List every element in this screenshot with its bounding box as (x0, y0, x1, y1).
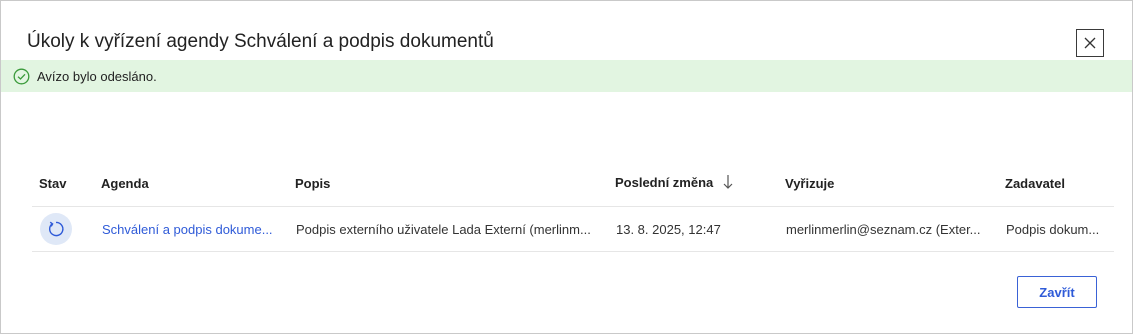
column-header-posledni-zmena[interactable]: Poslední změna (615, 161, 785, 207)
close-dialog-button[interactable] (1076, 29, 1104, 57)
task-dialog: Úkoly k vyřízení agendy Schválení a podp… (0, 0, 1133, 334)
zadavatel-cell: Podpis dokum... (1005, 206, 1114, 252)
posledni-zmena-cell: 13. 8. 2025, 12:47 (615, 206, 785, 252)
posledni-zmena-text: 13. 8. 2025, 12:47 (616, 221, 721, 237)
column-header-stav[interactable]: Stav (32, 161, 101, 207)
agenda-link[interactable]: Schválení a podpis dokume... (102, 222, 294, 237)
table-row[interactable]: Schválení a podpis dokume... Podpis exte… (32, 206, 1114, 252)
tasks-table: Stav Agenda Popis Poslední změna Vyřizuj… (32, 161, 1114, 252)
column-header-posledni-zmena-label: Poslední změna (615, 174, 714, 190)
refresh-icon (48, 221, 64, 237)
vyrizuje-cell: merlinmerlin@seznam.cz (Exter... (785, 206, 1005, 252)
dialog-title: Úkoly k vyřízení agendy Schválení a podp… (27, 31, 494, 52)
column-header-agenda[interactable]: Agenda (101, 161, 295, 207)
column-header-vyrizuje[interactable]: Vyřizuje (785, 161, 1005, 207)
close-button[interactable]: Zavřít (1017, 276, 1097, 308)
column-header-zadavatel[interactable]: Zadavatel (1005, 161, 1114, 207)
status-badge (40, 213, 72, 245)
popis-cell: Podpis externího uživatele Lada Externí … (295, 206, 615, 252)
vyrizuje-text: merlinmerlin@seznam.cz (Exter... (786, 221, 981, 237)
zadavatel-text: Podpis dokum... (1006, 221, 1100, 237)
check-circle-icon (12, 67, 30, 85)
agenda-cell: Schválení a podpis dokume... (101, 206, 295, 252)
success-alert: Avízo bylo odesláno. (1, 60, 1132, 92)
arrow-down-icon (723, 174, 733, 193)
close-icon (1084, 37, 1096, 49)
status-cell (32, 206, 101, 252)
table-header-row: Stav Agenda Popis Poslední změna Vyřizuj… (32, 161, 1114, 207)
alert-message: Avízo bylo odesláno. (37, 68, 157, 84)
column-header-popis[interactable]: Popis (295, 161, 615, 207)
popis-text: Podpis externího uživatele Lada Externí … (296, 221, 591, 237)
